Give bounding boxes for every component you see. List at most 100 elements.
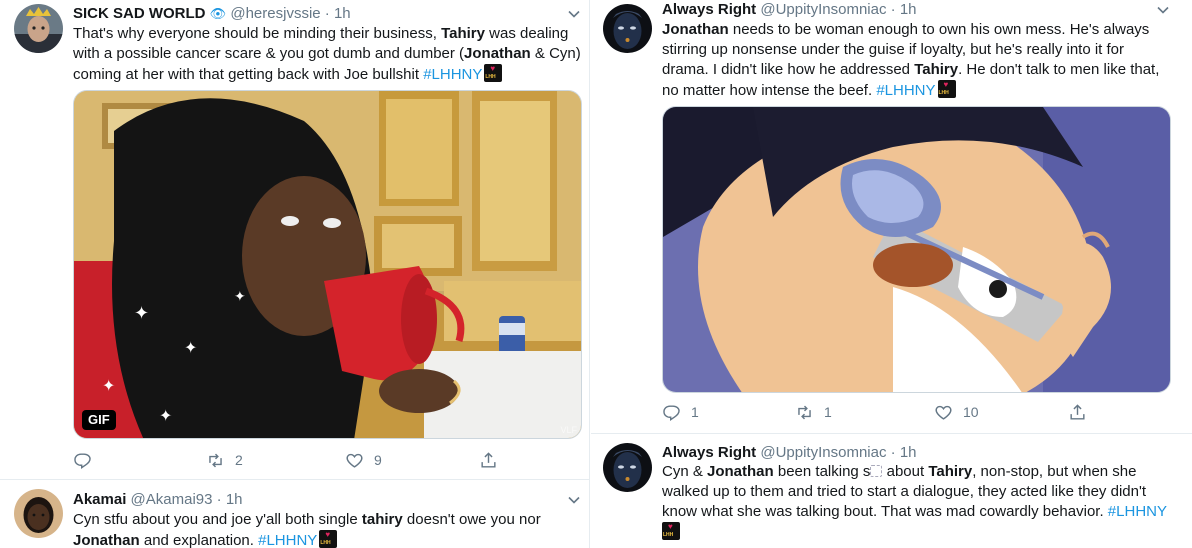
handle[interactable]: @UppityInsomniac: [760, 1, 886, 18]
tweet-text: That's why everyone should be minding th…: [73, 24, 583, 85]
handle[interactable]: @heresjvssie: [230, 5, 320, 22]
mention-tahiry: Tahiry: [928, 463, 973, 480]
like-icon: [935, 405, 952, 420]
tweet-sick-sad-world[interactable]: SICK SAD WORLD 👁 @heresjvssie · 1h That'…: [0, 0, 589, 478]
svg-text:✦: ✦: [134, 303, 149, 324]
eye-emoji: 👁: [209, 6, 227, 21]
tweet-always-right-2[interactable]: Always Right @UppityInsomniac · 1h Cyn &…: [591, 434, 1192, 548]
reply-button[interactable]: 1: [662, 402, 699, 422]
mention-tahiry: Tahiry: [441, 25, 485, 42]
avatar[interactable]: [603, 443, 652, 492]
timeline-right-column: Always Right @UppityInsomniac · 1h Jonat…: [591, 0, 1192, 548]
censored-emoji-icon: [870, 465, 883, 477]
timestamp[interactable]: 1h: [334, 5, 351, 22]
caret-down-icon[interactable]: [567, 7, 581, 21]
text-part: and explanation.: [139, 532, 259, 548]
retweet-button[interactable]: 1: [795, 402, 832, 422]
retweet-count: 1: [824, 404, 832, 420]
lhh-badge-icon: ♥ LHH: [662, 522, 680, 540]
lhh-badge-icon: ♥ LHH: [484, 64, 503, 82]
text-part: doesn't owe you nor: [402, 511, 541, 528]
handle[interactable]: @Akamai93: [131, 491, 213, 508]
svg-text:✦: ✦: [234, 289, 246, 305]
display-name[interactable]: SICK SAD WORLD: [73, 5, 206, 22]
heart-icon: ♥: [668, 522, 673, 531]
caret-down-icon[interactable]: [1156, 3, 1170, 17]
text-part: Cyn stfu about you and joe y'all both si…: [73, 511, 362, 528]
svg-text:✦: ✦: [102, 376, 115, 395]
cartoon-image: [663, 107, 1170, 392]
mention-jonathan: Jonathan: [707, 463, 774, 480]
tweet-actions: 2 9: [73, 450, 583, 470]
tweet-text: Cyn & Jonathan been talking s about Tahi…: [662, 462, 1177, 543]
display-name[interactable]: Always Right: [662, 1, 756, 18]
like-count: 10: [963, 404, 979, 420]
text-part: That's why everyone should be minding th…: [73, 25, 442, 42]
lhh-badge-icon: ♥ LHH: [937, 80, 956, 98]
separator-dot: ·: [890, 444, 896, 461]
separator-dot: ·: [324, 5, 330, 22]
share-button[interactable]: [479, 450, 498, 470]
hashtag-link[interactable]: #LHHNY: [876, 82, 935, 99]
badge-letters: LHH: [663, 532, 674, 538]
share-icon: [1070, 403, 1085, 420]
text-part: been talking s: [773, 463, 871, 480]
reply-icon: [663, 404, 680, 421]
tweet-actions: 1 1 10: [662, 402, 1172, 422]
avatar[interactable]: [603, 4, 652, 53]
mention-tahiry: tahiry: [361, 511, 403, 528]
tweet-always-right-1[interactable]: Always Right @UppityInsomniac · 1h Jonat…: [591, 0, 1192, 432]
hashtag-link[interactable]: #LHHNY: [258, 532, 317, 548]
gif-label: GIF: [82, 410, 116, 430]
hashtag-link[interactable]: #LHHNY: [1108, 503, 1167, 520]
avatar[interactable]: [14, 489, 63, 538]
mention-jonathan: Jonathan: [464, 45, 531, 62]
heart-icon: ♥: [490, 64, 496, 73]
display-name[interactable]: Akamai: [73, 491, 126, 508]
tweet-image-media[interactable]: [662, 106, 1171, 393]
gif-image: ✦ ✦ ✦ ✦ ✦: [74, 91, 581, 438]
timestamp[interactable]: 1h: [226, 491, 243, 508]
timeline-left-column: SICK SAD WORLD 👁 @heresjvssie · 1h That'…: [0, 0, 590, 548]
lhh-badge-icon: ♥ LHH: [319, 530, 338, 548]
heart-icon: ♥: [325, 530, 331, 539]
like-count: 9: [374, 452, 382, 468]
timestamp[interactable]: 1h: [900, 1, 917, 18]
mention-jonathan: Jonathan: [73, 532, 140, 548]
svg-text:✦: ✦: [184, 338, 197, 357]
mention-jonathan: Jonathan: [662, 21, 729, 38]
reply-count: 1: [691, 404, 699, 420]
mention-tahiry: Tahiry: [914, 61, 959, 78]
share-icon: [481, 451, 496, 468]
retweet-icon: [209, 453, 222, 467]
separator-dot: ·: [216, 491, 222, 508]
tweet-header: Always Right @UppityInsomniac · 1h: [662, 443, 917, 463]
like-button[interactable]: 10: [934, 402, 979, 422]
hashtag-link[interactable]: #LHHNY: [423, 66, 482, 83]
tweet-akamai[interactable]: Akamai @Akamai93 · 1h Cyn stfu about you…: [0, 480, 589, 548]
tweet-gif-media[interactable]: ✦ ✦ ✦ ✦ ✦ GIF VLF: [73, 90, 582, 439]
handle[interactable]: @UppityInsomniac: [760, 444, 886, 461]
caret-down-icon[interactable]: [567, 493, 581, 507]
like-button[interactable]: 9: [345, 450, 382, 470]
avatar[interactable]: [14, 4, 63, 53]
separator-dot: ·: [890, 1, 896, 18]
retweet-count: 2: [235, 452, 243, 468]
retweet-button[interactable]: 2: [206, 450, 243, 470]
reply-icon: [74, 452, 91, 469]
badge-letters: LHH: [938, 90, 949, 96]
tweet-header: SICK SAD WORLD 👁 @heresjvssie · 1h: [73, 4, 351, 24]
tweet-header: Akamai @Akamai93 · 1h: [73, 490, 243, 510]
tweet-text: Cyn stfu about you and joe y'all both si…: [73, 510, 583, 548]
timestamp[interactable]: 1h: [900, 444, 917, 461]
like-icon: [346, 453, 363, 468]
share-button[interactable]: [1068, 402, 1087, 422]
text-part: about: [882, 463, 929, 480]
media-watermark: VLF: [560, 425, 577, 435]
tweet-header: Always Right @UppityInsomniac · 1h: [662, 0, 917, 20]
badge-letters: LHH: [320, 540, 331, 546]
display-name[interactable]: Always Right: [662, 444, 756, 461]
reply-button[interactable]: [73, 450, 102, 470]
svg-text:✦: ✦: [159, 406, 172, 425]
tweet-text: Jonathan needs to be woman enough to own…: [662, 20, 1172, 101]
